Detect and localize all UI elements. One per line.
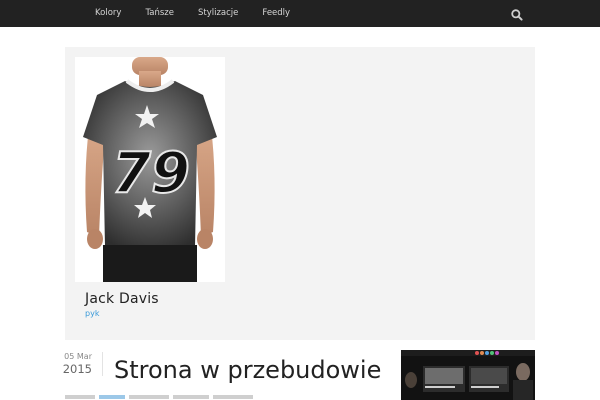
product-image[interactable]: 79 bbox=[75, 57, 225, 282]
search-icon bbox=[511, 9, 523, 21]
tshirt-model-image: 79 bbox=[75, 57, 225, 282]
main-menu: Kolory Tańsze Stylizacje Feedly bbox=[83, 0, 302, 27]
post-meta-partial bbox=[65, 395, 253, 399]
post-title[interactable]: Strona w przebudowie bbox=[114, 356, 381, 384]
post-meta-cutoff bbox=[65, 394, 265, 400]
nav-item-kolory[interactable]: Kolory bbox=[83, 0, 133, 27]
post-thumbnail[interactable] bbox=[401, 350, 535, 400]
post-date-year: 2015 bbox=[62, 362, 92, 376]
featured-author-block: 79 Jack Davis pyk bbox=[65, 47, 535, 340]
search-button[interactable] bbox=[510, 7, 524, 21]
author-name[interactable]: Jack Davis bbox=[85, 291, 159, 307]
nav-item-feedly[interactable]: Feedly bbox=[250, 0, 302, 27]
post-date-day: 05 Mar bbox=[64, 352, 92, 361]
shirt-number: 79 bbox=[112, 141, 190, 206]
thumbnail-screenshot-image bbox=[401, 350, 535, 400]
nav-item-stylizacje[interactable]: Stylizacje bbox=[186, 0, 250, 27]
top-navigation-bar: Kolory Tańsze Stylizacje Feedly bbox=[0, 0, 600, 27]
author-subtitle-link[interactable]: pyk bbox=[85, 309, 99, 318]
post-date: 05 Mar 2015 bbox=[60, 352, 103, 376]
nav-item-tansze[interactable]: Tańsze bbox=[133, 0, 186, 27]
